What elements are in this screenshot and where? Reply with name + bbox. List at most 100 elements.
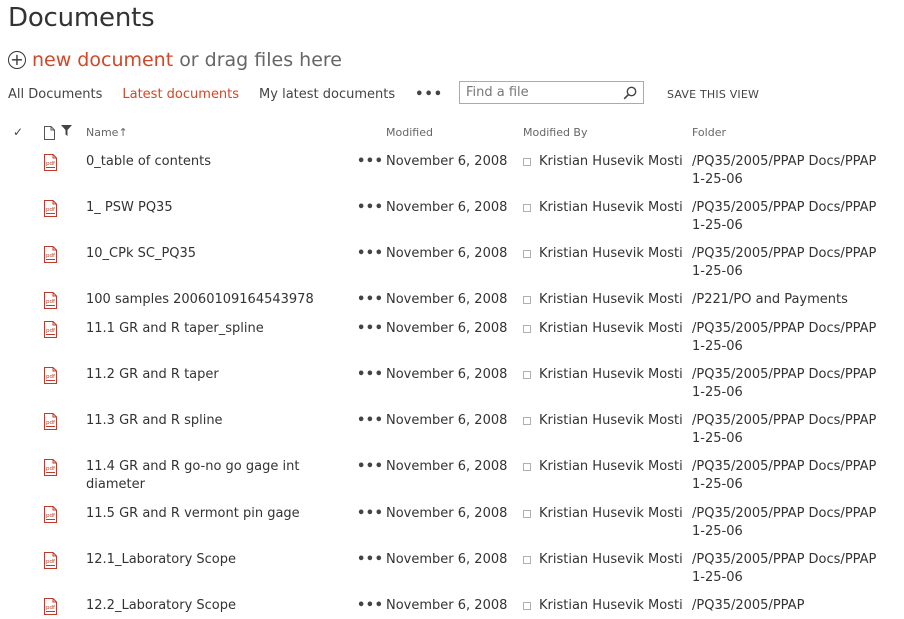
svg-text:pdf: pdf (46, 374, 56, 380)
folder-path[interactable]: /PQ35/2005/PPAP Docs/PPAP 1-25-06 (692, 320, 892, 356)
folder-path[interactable]: /PQ35/2005/PPAP Docs/PPAP 1-25-06 (692, 199, 892, 235)
document-name[interactable]: 11.3 GR and R spline (86, 412, 346, 430)
document-name[interactable]: 12.1_Laboratory Scope (86, 551, 346, 569)
file-type-icon[interactable] (44, 126, 55, 140)
modified-date: November 6, 2008 (386, 598, 508, 613)
folder-path[interactable]: /PQ35/2005/PPAP Docs/PPAP 1-25-06 (692, 412, 892, 448)
document-name[interactable]: 11.1 GR and R taper_spline (86, 320, 346, 338)
modified-date: November 6, 2008 (386, 321, 508, 336)
modified-by-user[interactable]: Kristian Husevik Mosti (539, 366, 683, 384)
svg-text:pdf: pdf (46, 420, 56, 426)
pdf-icon: pdf (43, 552, 58, 573)
modified-date: November 6, 2008 (386, 246, 508, 261)
pdf-icon: pdf (43, 321, 58, 342)
row-menu-button[interactable]: ••• (357, 320, 383, 338)
pdf-icon: pdf (43, 413, 58, 434)
presence-icon (523, 296, 531, 304)
svg-text:pdf: pdf (46, 559, 56, 565)
drag-files-hint: or drag files here (179, 49, 342, 71)
row-menu-button[interactable]: ••• (357, 505, 383, 523)
document-name[interactable]: 11.2 GR and R taper (86, 366, 346, 384)
folder-path[interactable]: /PQ35/2005/PPAP (692, 597, 892, 615)
document-name[interactable]: 1_ PSW PQ35 (86, 199, 346, 217)
folder-path[interactable]: /PQ35/2005/PPAP Docs/PPAP 1-25-06 (692, 551, 892, 587)
folder-path[interactable]: /PQ35/2005/PPAP Docs/PPAP 1-25-06 (692, 458, 892, 494)
modified-by-user[interactable]: Kristian Husevik Mosti (539, 551, 683, 569)
row-menu-button[interactable]: ••• (357, 458, 383, 476)
svg-text:pdf: pdf (46, 466, 56, 472)
folder-path[interactable]: /PQ35/2005/PPAP Docs/PPAP 1-25-06 (692, 366, 892, 402)
document-name[interactable]: 100 samples 20060109164543978 (86, 291, 346, 309)
add-circle-icon[interactable]: + (8, 51, 26, 69)
column-name-header[interactable]: Name↑ (86, 126, 128, 139)
svg-text:pdf: pdf (46, 513, 56, 519)
presence-icon (523, 556, 531, 564)
presence-icon (523, 371, 531, 379)
modified-date: November 6, 2008 (386, 552, 508, 567)
row-menu-button[interactable]: ••• (357, 291, 383, 309)
modified-by-user[interactable]: Kristian Husevik Mosti (539, 199, 683, 217)
presence-icon (523, 158, 531, 166)
column-modified-by-header[interactable]: Modified By (523, 126, 588, 139)
view-all-documents[interactable]: All Documents (8, 87, 102, 102)
filter-icon[interactable] (61, 125, 72, 136)
sort-ascending-icon: ↑ (118, 126, 128, 139)
folder-path[interactable]: /PQ35/2005/PPAP Docs/PPAP 1-25-06 (692, 245, 892, 281)
view-latest-documents[interactable]: Latest documents (122, 87, 239, 102)
row-menu-button[interactable]: ••• (357, 199, 383, 217)
folder-path[interactable]: /PQ35/2005/PPAP Docs/PPAP 1-25-06 (692, 505, 892, 541)
document-name[interactable]: 11.4 GR and R go-no go gage int diameter (86, 458, 346, 494)
document-name[interactable]: 0_table of contents (86, 153, 346, 171)
row-menu-button[interactable]: ••• (357, 597, 383, 615)
svg-text:pdf: pdf (46, 161, 56, 167)
save-view-button[interactable]: SAVE THIS VIEW (667, 88, 759, 101)
presence-icon (523, 325, 531, 333)
modified-by-user[interactable]: Kristian Husevik Mosti (539, 597, 683, 615)
new-document-link[interactable]: new document (32, 49, 173, 71)
pdf-icon: pdf (43, 506, 58, 527)
pdf-icon: pdf (43, 598, 58, 619)
presence-icon (523, 602, 531, 610)
presence-icon (523, 204, 531, 212)
modified-date: November 6, 2008 (386, 292, 508, 307)
modified-by-user[interactable]: Kristian Husevik Mosti (539, 153, 683, 171)
svg-text:pdf: pdf (46, 328, 56, 334)
modified-by-user[interactable]: Kristian Husevik Mosti (539, 412, 683, 430)
view-tabs: All Documents Latest documents My latest… (8, 83, 443, 105)
column-folder-header[interactable]: Folder (692, 126, 726, 139)
search-icon[interactable] (623, 86, 637, 100)
folder-path[interactable]: /P221/PO and Payments (692, 291, 892, 309)
modified-by-user[interactable]: Kristian Husevik Mosti (539, 505, 683, 523)
document-name[interactable]: 10_CPk SC_PQ35 (86, 245, 346, 263)
document-name[interactable]: 12.2_Laboratory Scope (86, 597, 346, 615)
column-modified-header[interactable]: Modified (386, 126, 433, 139)
view-my-latest-documents[interactable]: My latest documents (259, 87, 395, 102)
modified-date: November 6, 2008 (386, 506, 508, 521)
select-all-check-icon[interactable]: ✓ (13, 125, 23, 139)
row-menu-button[interactable]: ••• (357, 245, 383, 263)
row-menu-button[interactable]: ••• (357, 366, 383, 384)
modified-by-user[interactable]: Kristian Husevik Mosti (539, 458, 683, 476)
row-menu-button[interactable]: ••• (357, 153, 383, 171)
svg-text:pdf: pdf (46, 605, 56, 611)
pdf-icon: pdf (43, 246, 58, 267)
presence-icon (523, 510, 531, 518)
presence-icon (523, 250, 531, 258)
pdf-icon: pdf (43, 200, 58, 221)
pdf-icon: pdf (43, 459, 58, 480)
row-menu-button[interactable]: ••• (357, 412, 383, 430)
modified-date: November 6, 2008 (386, 459, 508, 474)
presence-icon (523, 417, 531, 425)
search-box (459, 81, 644, 104)
modified-by-user[interactable]: Kristian Husevik Mosti (539, 245, 683, 263)
more-views-button[interactable]: ••• (415, 87, 443, 102)
new-document-bar: + new document or drag files here (8, 48, 342, 72)
modified-by-user[interactable]: Kristian Husevik Mosti (539, 320, 683, 338)
modified-date: November 6, 2008 (386, 154, 508, 169)
search-input[interactable] (460, 81, 618, 104)
folder-path[interactable]: /PQ35/2005/PPAP Docs/PPAP 1-25-06 (692, 153, 892, 189)
row-menu-button[interactable]: ••• (357, 551, 383, 569)
modified-by-user[interactable]: Kristian Husevik Mosti (539, 291, 683, 309)
document-name[interactable]: 11.5 GR and R vermont pin gage (86, 505, 346, 523)
presence-icon (523, 463, 531, 471)
